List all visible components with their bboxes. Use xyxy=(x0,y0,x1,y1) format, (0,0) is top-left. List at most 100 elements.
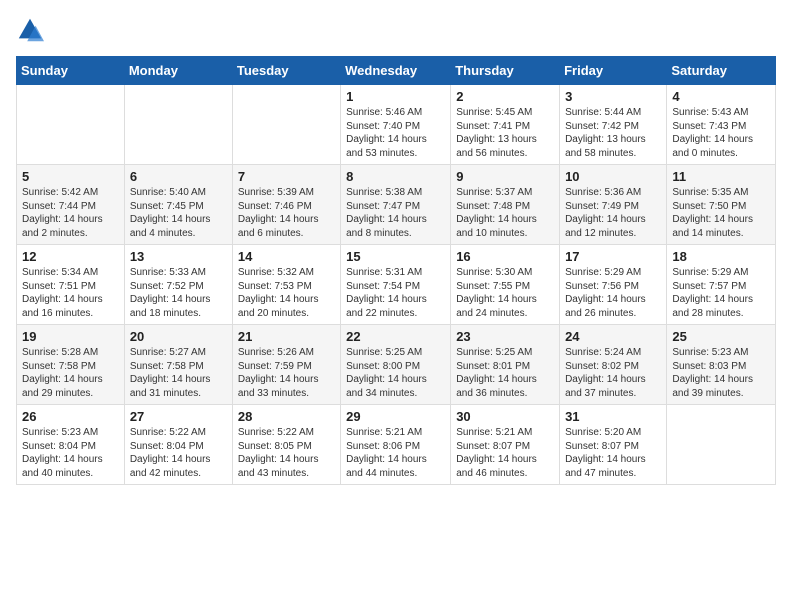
day-info: Sunrise: 5:37 AMSunset: 7:48 PMDaylight:… xyxy=(456,186,554,240)
day-number: 10 xyxy=(565,169,661,184)
day-info: Sunrise: 5:20 AMSunset: 8:07 PMDaylight:… xyxy=(565,426,661,480)
week-row-5: 26 Sunrise: 5:23 AMSunset: 8:04 PMDayligh… xyxy=(17,405,776,485)
week-row-1: 1 Sunrise: 5:46 AMSunset: 7:40 PMDaylight… xyxy=(17,85,776,165)
day-info: Sunrise: 5:43 AMSunset: 7:43 PMDaylight:… xyxy=(672,106,770,160)
day-cell-1: 1 Sunrise: 5:46 AMSunset: 7:40 PMDaylight… xyxy=(341,85,451,165)
day-cell-4: 4 Sunrise: 5:43 AMSunset: 7:43 PMDaylight… xyxy=(667,85,776,165)
day-cell-24: 24 Sunrise: 5:24 AMSunset: 8:02 PMDayligh… xyxy=(560,325,667,405)
day-info: Sunrise: 5:25 AMSunset: 8:01 PMDaylight:… xyxy=(456,346,554,400)
empty-cell xyxy=(667,405,776,485)
day-number: 7 xyxy=(238,169,335,184)
day-number: 1 xyxy=(346,89,445,104)
day-cell-21: 21 Sunrise: 5:26 AMSunset: 7:59 PMDayligh… xyxy=(232,325,340,405)
day-number: 27 xyxy=(130,409,227,424)
day-cell-22: 22 Sunrise: 5:25 AMSunset: 8:00 PMDayligh… xyxy=(341,325,451,405)
week-row-2: 5 Sunrise: 5:42 AMSunset: 7:44 PMDaylight… xyxy=(17,165,776,245)
day-cell-2: 2 Sunrise: 5:45 AMSunset: 7:41 PMDaylight… xyxy=(451,85,560,165)
day-cell-25: 25 Sunrise: 5:23 AMSunset: 8:03 PMDayligh… xyxy=(667,325,776,405)
day-number: 9 xyxy=(456,169,554,184)
day-info: Sunrise: 5:45 AMSunset: 7:41 PMDaylight:… xyxy=(456,106,554,160)
day-info: Sunrise: 5:21 AMSunset: 8:07 PMDaylight:… xyxy=(456,426,554,480)
calendar-table: SundayMondayTuesdayWednesdayThursdayFrid… xyxy=(16,56,776,485)
day-number: 25 xyxy=(672,329,770,344)
day-number: 30 xyxy=(456,409,554,424)
weekday-header-tuesday: Tuesday xyxy=(232,57,340,85)
day-info: Sunrise: 5:42 AMSunset: 7:44 PMDaylight:… xyxy=(22,186,119,240)
day-info: Sunrise: 5:29 AMSunset: 7:57 PMDaylight:… xyxy=(672,266,770,320)
weekday-header-sunday: Sunday xyxy=(17,57,125,85)
empty-cell xyxy=(124,85,232,165)
page-header xyxy=(16,16,776,44)
week-row-3: 12Sunrise: 5:34 AMSunset: 7:51 PMDayligh… xyxy=(17,245,776,325)
day-info: Sunrise: 5:24 AMSunset: 8:02 PMDaylight:… xyxy=(565,346,661,400)
day-info: Sunrise: 5:32 AMSunset: 7:53 PMDaylight:… xyxy=(238,266,335,320)
day-cell-19: 19Sunrise: 5:28 AMSunset: 7:58 PMDayligh… xyxy=(17,325,125,405)
day-info: Sunrise: 5:22 AMSunset: 8:05 PMDaylight:… xyxy=(238,426,335,480)
day-number: 22 xyxy=(346,329,445,344)
day-cell-12: 12Sunrise: 5:34 AMSunset: 7:51 PMDayligh… xyxy=(17,245,125,325)
day-number: 23 xyxy=(456,329,554,344)
day-number: 28 xyxy=(238,409,335,424)
day-cell-11: 11 Sunrise: 5:35 AMSunset: 7:50 PMDayligh… xyxy=(667,165,776,245)
day-number: 31 xyxy=(565,409,661,424)
day-number: 21 xyxy=(238,329,335,344)
day-info: Sunrise: 5:21 AMSunset: 8:06 PMDaylight:… xyxy=(346,426,445,480)
day-number: 4 xyxy=(672,89,770,104)
day-cell-16: 16 Sunrise: 5:30 AMSunset: 7:55 PMDayligh… xyxy=(451,245,560,325)
day-number: 15 xyxy=(346,249,445,264)
day-cell-17: 17Sunrise: 5:29 AMSunset: 7:56 PMDayligh… xyxy=(560,245,667,325)
day-number: 3 xyxy=(565,89,661,104)
day-info: Sunrise: 5:44 AMSunset: 7:42 PMDaylight:… xyxy=(565,106,661,160)
day-info: Sunrise: 5:25 AMSunset: 8:00 PMDaylight:… xyxy=(346,346,445,400)
day-cell-28: 28 Sunrise: 5:22 AMSunset: 8:05 PMDayligh… xyxy=(232,405,340,485)
day-cell-5: 5 Sunrise: 5:42 AMSunset: 7:44 PMDaylight… xyxy=(17,165,125,245)
day-cell-14: 14Sunrise: 5:32 AMSunset: 7:53 PMDayligh… xyxy=(232,245,340,325)
day-number: 6 xyxy=(130,169,227,184)
day-cell-18: 18 Sunrise: 5:29 AMSunset: 7:57 PMDayligh… xyxy=(667,245,776,325)
day-info: Sunrise: 5:23 AMSunset: 8:04 PMDaylight:… xyxy=(22,426,119,480)
weekday-header-friday: Friday xyxy=(560,57,667,85)
day-cell-30: 30 Sunrise: 5:21 AMSunset: 8:07 PMDayligh… xyxy=(451,405,560,485)
day-info: Sunrise: 5:33 AMSunset: 7:52 PMDaylight:… xyxy=(130,266,227,320)
day-cell-8: 8Sunrise: 5:38 AMSunset: 7:47 PMDaylight… xyxy=(341,165,451,245)
empty-cell xyxy=(232,85,340,165)
weekday-header-wednesday: Wednesday xyxy=(341,57,451,85)
day-cell-27: 27 Sunrise: 5:22 AMSunset: 8:04 PMDayligh… xyxy=(124,405,232,485)
logo-icon xyxy=(16,16,44,44)
day-info: Sunrise: 5:46 AMSunset: 7:40 PMDaylight:… xyxy=(346,106,445,160)
day-number: 24 xyxy=(565,329,661,344)
logo xyxy=(16,16,48,44)
day-cell-9: 9 Sunrise: 5:37 AMSunset: 7:48 PMDaylight… xyxy=(451,165,560,245)
day-cell-31: 31 Sunrise: 5:20 AMSunset: 8:07 PMDayligh… xyxy=(560,405,667,485)
day-cell-15: 15 Sunrise: 5:31 AMSunset: 7:54 PMDayligh… xyxy=(341,245,451,325)
day-number: 26 xyxy=(22,409,119,424)
day-number: 12 xyxy=(22,249,119,264)
day-info: Sunrise: 5:40 AMSunset: 7:45 PMDaylight:… xyxy=(130,186,227,240)
day-number: 11 xyxy=(672,169,770,184)
day-number: 20 xyxy=(130,329,227,344)
day-info: Sunrise: 5:35 AMSunset: 7:50 PMDaylight:… xyxy=(672,186,770,240)
empty-cell xyxy=(17,85,125,165)
weekday-header-thursday: Thursday xyxy=(451,57,560,85)
day-number: 19 xyxy=(22,329,119,344)
day-cell-29: 29 Sunrise: 5:21 AMSunset: 8:06 PMDayligh… xyxy=(341,405,451,485)
day-info: Sunrise: 5:22 AMSunset: 8:04 PMDaylight:… xyxy=(130,426,227,480)
weekday-header-monday: Monday xyxy=(124,57,232,85)
day-number: 16 xyxy=(456,249,554,264)
day-info: Sunrise: 5:23 AMSunset: 8:03 PMDaylight:… xyxy=(672,346,770,400)
day-number: 2 xyxy=(456,89,554,104)
day-number: 18 xyxy=(672,249,770,264)
weekday-header-row: SundayMondayTuesdayWednesdayThursdayFrid… xyxy=(17,57,776,85)
day-number: 17 xyxy=(565,249,661,264)
day-cell-7: 7 Sunrise: 5:39 AMSunset: 7:46 PMDaylight… xyxy=(232,165,340,245)
weekday-header-saturday: Saturday xyxy=(667,57,776,85)
day-cell-20: 20 Sunrise: 5:27 AMSunset: 7:58 PMDayligh… xyxy=(124,325,232,405)
day-info: Sunrise: 5:27 AMSunset: 7:58 PMDaylight:… xyxy=(130,346,227,400)
day-cell-10: 10Sunrise: 5:36 AMSunset: 7:49 PMDayligh… xyxy=(560,165,667,245)
day-info: Sunrise: 5:30 AMSunset: 7:55 PMDaylight:… xyxy=(456,266,554,320)
day-number: 29 xyxy=(346,409,445,424)
day-info: Sunrise: 5:31 AMSunset: 7:54 PMDaylight:… xyxy=(346,266,445,320)
day-info: Sunrise: 5:39 AMSunset: 7:46 PMDaylight:… xyxy=(238,186,335,240)
day-info: Sunrise: 5:26 AMSunset: 7:59 PMDaylight:… xyxy=(238,346,335,400)
day-number: 5 xyxy=(22,169,119,184)
